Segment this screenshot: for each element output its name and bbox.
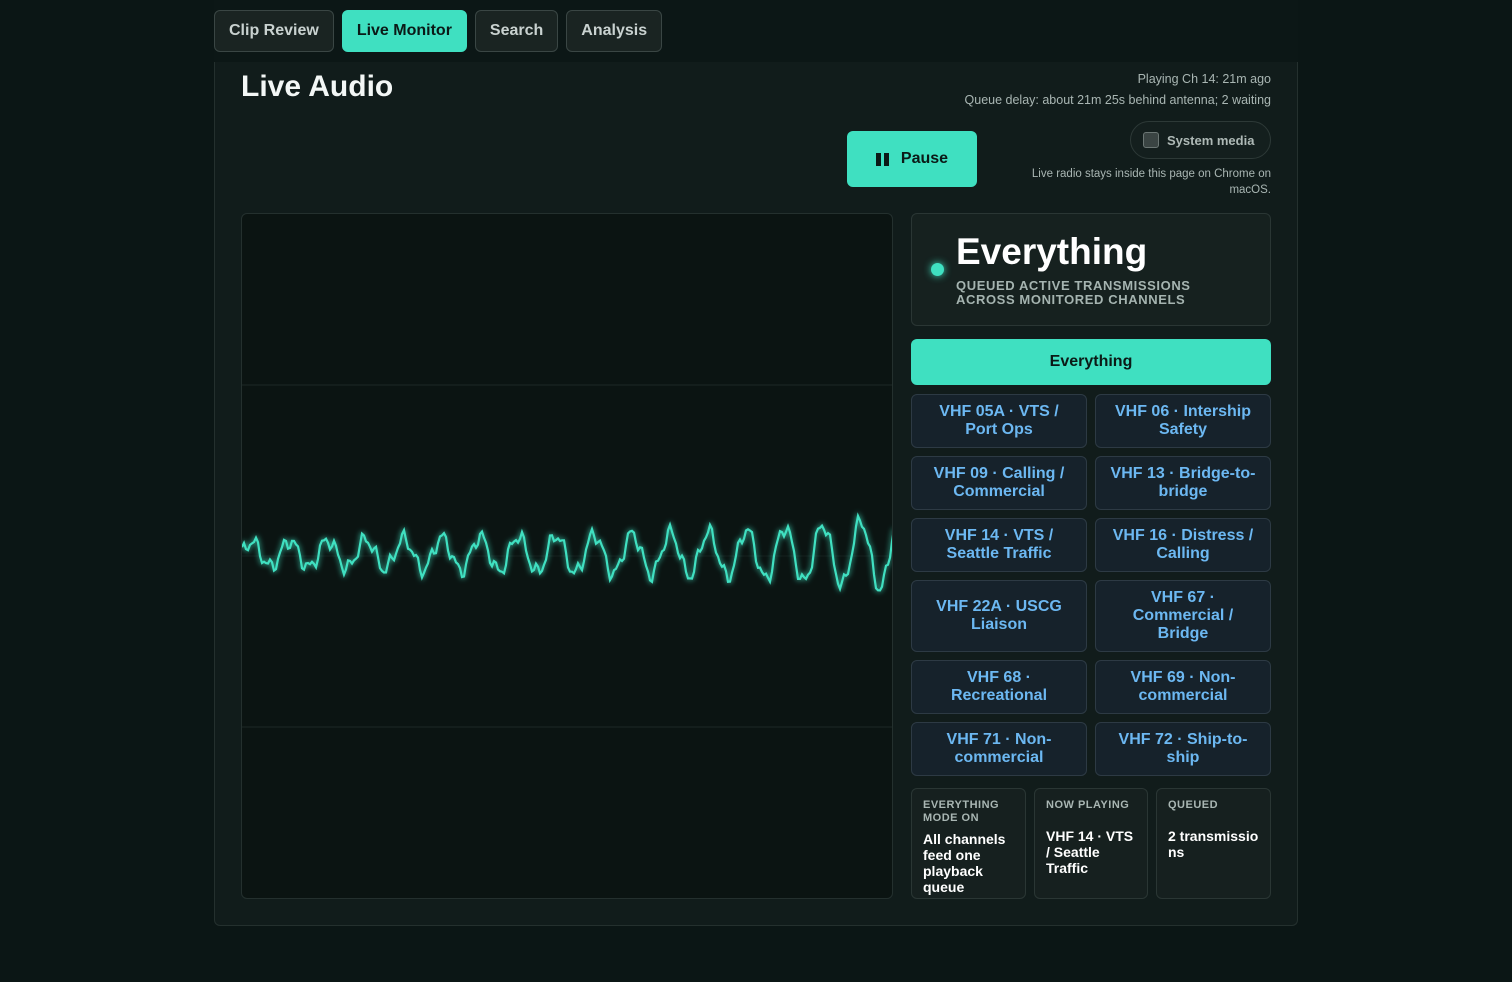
everything-mode-button[interactable]: Everything — [911, 339, 1271, 385]
channel-button-13[interactable]: VHF 13 · Bridge-to-bridge — [1095, 456, 1271, 510]
queue-delay-status: Queue delay: about 21m 25s behind antenn… — [964, 93, 1271, 107]
top-nav: Clip Review Live Monitor Search Analysis — [214, 0, 1298, 62]
channel-button-68[interactable]: VHF 68 · Recreational — [911, 660, 1087, 714]
channel-button-22a[interactable]: VHF 22A · USCG Liaison — [911, 580, 1087, 652]
channel-button-14[interactable]: VHF 14 · VTS / Seattle Traffic — [911, 518, 1087, 572]
waveform-visualizer — [241, 213, 893, 899]
channel-button-09[interactable]: VHF 09 · Calling / Commercial — [911, 456, 1087, 510]
stat-everything-mode: EVERYTHING MODE ON All channels feed one… — [911, 788, 1026, 899]
system-media-note: Live radio stays inside this page on Chr… — [1031, 168, 1271, 196]
channel-button-67[interactable]: VHF 67 · Commercial / Bridge — [1095, 580, 1271, 652]
channel-button-06[interactable]: VHF 06 · Intership Safety — [1095, 394, 1271, 448]
tab-live-monitor[interactable]: Live Monitor — [341, 10, 467, 52]
channel-button-69[interactable]: VHF 69 · Non-commercial — [1095, 660, 1271, 714]
stat-queued-label: QUEUED — [1168, 799, 1219, 811]
tab-clip-review[interactable]: Clip Review — [214, 10, 334, 52]
playing-status: Playing Ch 14: 21m ago — [1137, 72, 1271, 86]
channel-button-71[interactable]: VHF 71 · Non-commercial — [911, 722, 1087, 776]
stat-now-playing: NOW PLAYING VHF 14 · VTS / Seattle Traff… — [1034, 788, 1148, 899]
system-media-label: System media — [1167, 132, 1255, 148]
stat-now-playing-value: VHF 14 · VTS / Seattle Traffic — [1046, 828, 1134, 876]
pause-button[interactable]: Pause — [847, 131, 977, 187]
tab-analysis[interactable]: Analysis — [566, 10, 663, 52]
mode-name: Everything — [956, 231, 1148, 272]
tab-search[interactable]: Search — [474, 10, 559, 52]
stat-everything-mode-value: All channels feed one playback queue — [923, 831, 1006, 895]
page-title: Live Audio — [241, 70, 394, 103]
waveform-svg — [242, 384, 892, 728]
live-indicator-dot — [931, 263, 944, 276]
current-mode-card: Everything QUEUED ACTIVE TRANSMISSIONS A… — [911, 213, 1271, 326]
stat-queued: QUEUED 2 transmissions — [1156, 788, 1271, 899]
stat-everything-mode-label: EVERYTHING MODE ON — [923, 799, 1000, 824]
channel-button-05a[interactable]: VHF 05A · VTS / Port Ops — [911, 394, 1087, 448]
stat-queued-value: 2 transmissions — [1168, 828, 1259, 860]
stat-now-playing-label: NOW PLAYING — [1046, 799, 1130, 811]
mode-description: QUEUED ACTIVE TRANSMISSIONS ACROSS MONIT… — [956, 278, 1191, 307]
waveform-line — [242, 512, 892, 593]
system-media-toggle[interactable]: System media — [1130, 121, 1271, 159]
channel-button-16[interactable]: VHF 16 · Distress / Calling — [1095, 518, 1271, 572]
pause-icon — [875, 152, 889, 166]
pause-button-label: Pause — [900, 150, 949, 167]
channel-button-72[interactable]: VHF 72 · Ship-to-ship — [1095, 722, 1271, 776]
system-media-checkbox[interactable] — [1143, 132, 1159, 148]
